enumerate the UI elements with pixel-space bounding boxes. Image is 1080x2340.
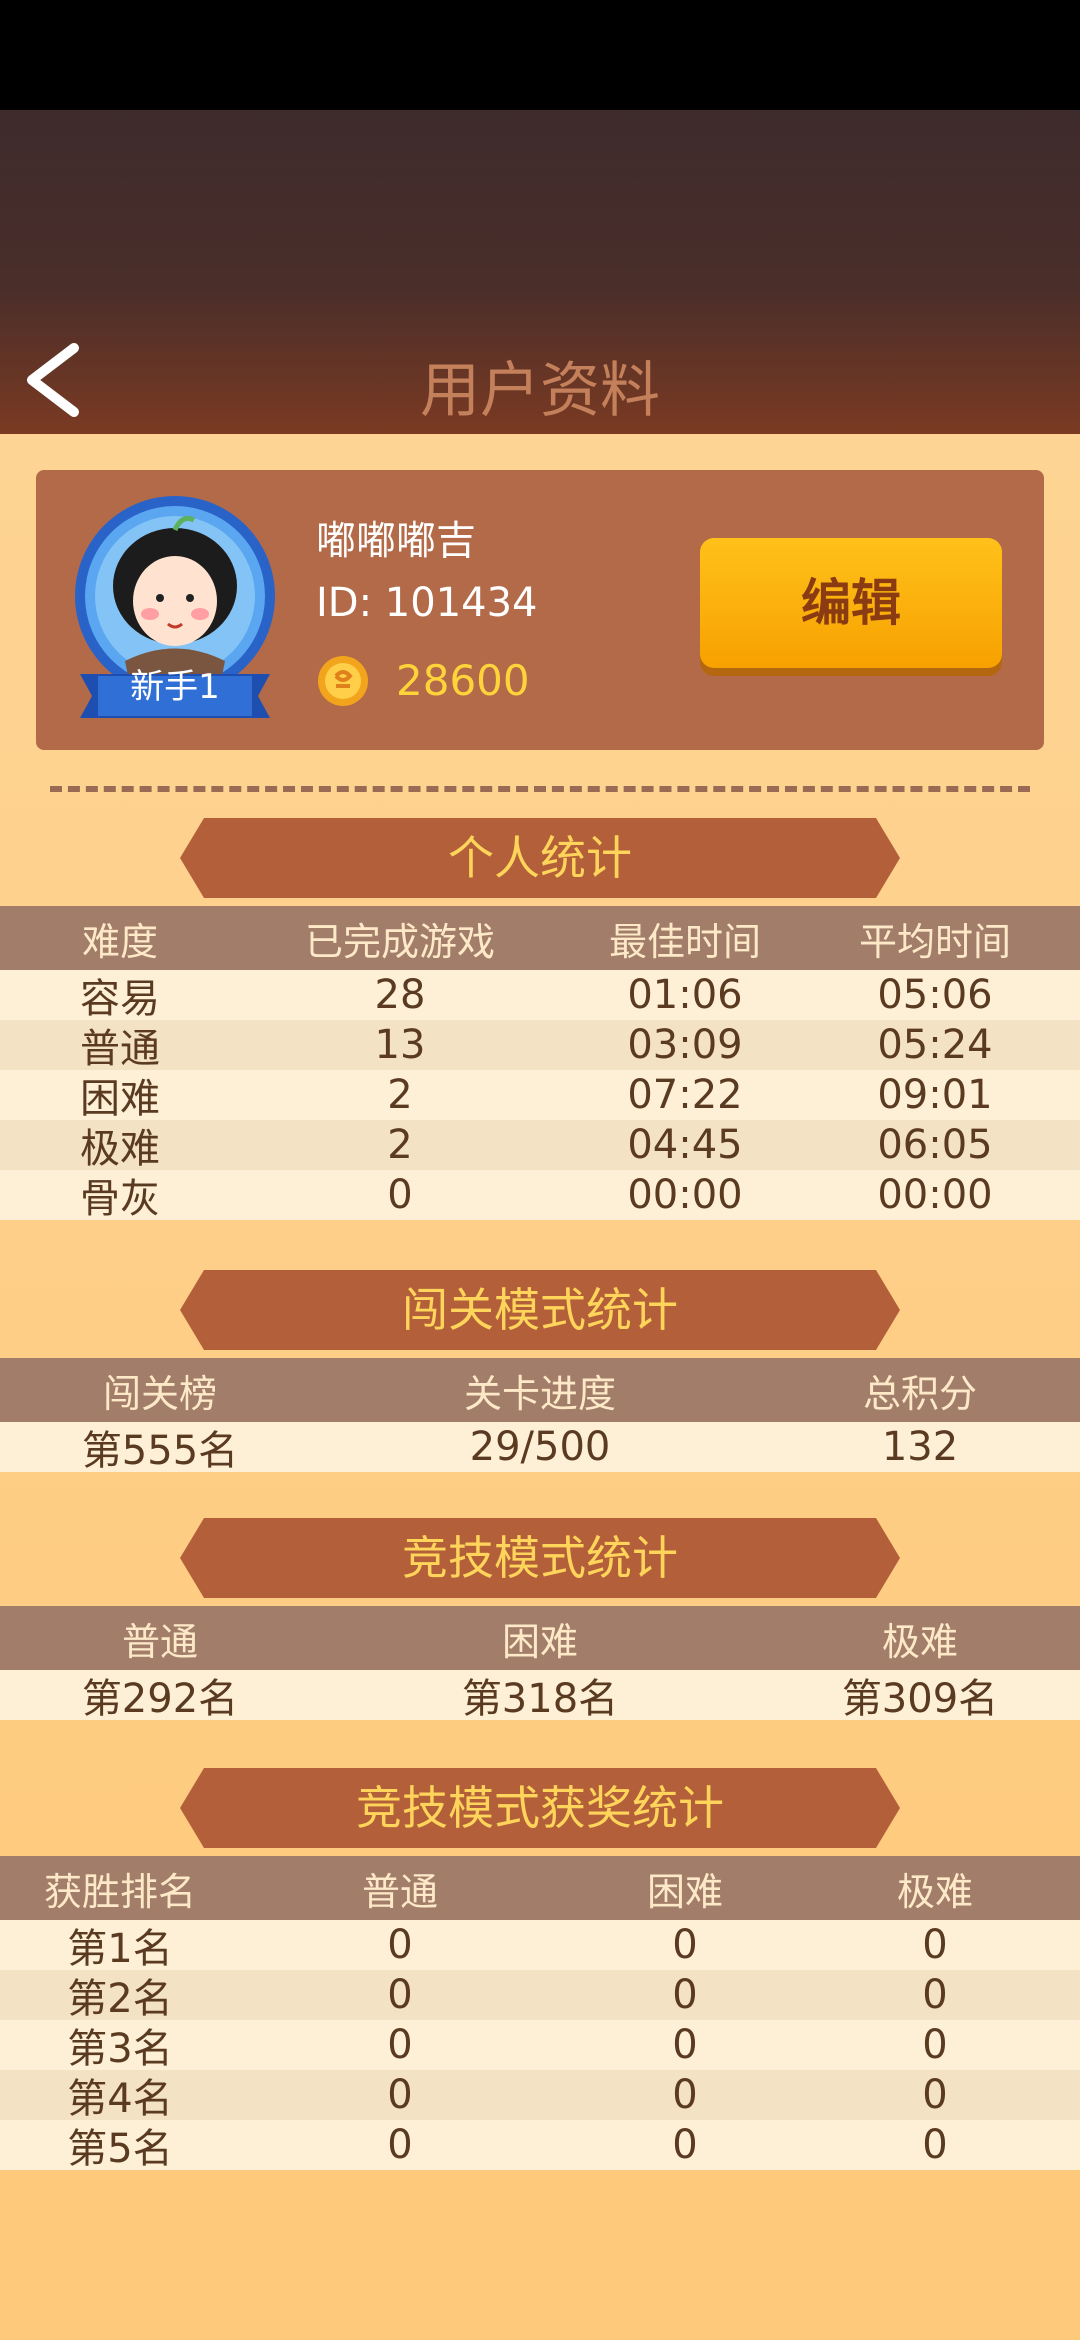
awards-stats-table: 获胜排名 普通 困难 极难 第1名 0 0 0 第2名 0 0 0 第3名 0 … bbox=[0, 1856, 1080, 2172]
header-cell: 关卡进度 bbox=[463, 1371, 616, 1416]
header-cell: 获胜排名 bbox=[43, 1869, 196, 1914]
edit-button[interactable]: 编辑 bbox=[700, 538, 1002, 668]
header-cell: 困难 bbox=[646, 1869, 723, 1914]
table-cell: 0 bbox=[387, 1922, 413, 1968]
table-header: 获胜排名 普通 困难 极难 bbox=[0, 1856, 1080, 1920]
username: 嘟嘟嘟吉 bbox=[316, 518, 476, 564]
table-cell: 06:05 bbox=[877, 1122, 993, 1168]
competitive-stats-title: 竞技模式统计 bbox=[402, 1531, 678, 1585]
table-cell: 0 bbox=[922, 2022, 948, 2068]
table-cell: 132 bbox=[881, 1424, 959, 1470]
challenge-stats-title: 闯关模式统计 bbox=[402, 1283, 678, 1337]
table-cell: 第292名 bbox=[81, 1676, 239, 1722]
table-header: 普通 困难 极难 bbox=[0, 1606, 1080, 1670]
header-cell: 闯关榜 bbox=[102, 1371, 217, 1416]
table-row: 容易 28 01:06 05:06 bbox=[0, 970, 1080, 1022]
table-cell: 05:24 bbox=[877, 1022, 993, 1068]
table-cell: 0 bbox=[672, 2122, 698, 2168]
table-cell: 骨灰 bbox=[80, 1176, 160, 1222]
table-cell: 0 bbox=[387, 1172, 413, 1218]
table-cell: 0 bbox=[672, 2022, 698, 2068]
table-row: 第1名 0 0 0 bbox=[0, 1920, 1080, 1972]
header-cell: 难度 bbox=[81, 919, 158, 964]
table-cell: 28 bbox=[374, 972, 426, 1018]
table-cell: 0 bbox=[672, 1922, 698, 1968]
table-cell: 2 bbox=[387, 1072, 413, 1118]
header-cell: 平均时间 bbox=[858, 919, 1011, 964]
table-cell: 00:00 bbox=[877, 1172, 993, 1218]
table-row: 第4名 0 0 0 bbox=[0, 2070, 1080, 2122]
table-row: 困难 2 07:22 09:01 bbox=[0, 1070, 1080, 1122]
table-cell: 0 bbox=[672, 1972, 698, 2018]
table-cell: 第5名 bbox=[67, 2126, 173, 2172]
competitive-stats-table: 普通 困难 极难 第292名 第318名 第309名 bbox=[0, 1606, 1080, 1722]
personal-stats-table: 难度 已完成游戏 最佳时间 平均时间 容易 28 01:06 05:06 普通 … bbox=[0, 906, 1080, 1222]
table-row: 第292名 第318名 第309名 bbox=[0, 1670, 1080, 1722]
table-cell: 0 bbox=[387, 2122, 413, 2168]
table-row: 第2名 0 0 0 bbox=[0, 1970, 1080, 2022]
table-cell: 0 bbox=[387, 2022, 413, 2068]
table-cell: 第555名 bbox=[81, 1428, 239, 1474]
table-cell: 0 bbox=[387, 2072, 413, 2118]
table-header: 难度 已完成游戏 最佳时间 平均时间 bbox=[0, 906, 1080, 970]
table-cell: 00:00 bbox=[627, 1172, 743, 1218]
table-cell: 第309名 bbox=[841, 1676, 999, 1722]
table-cell: 0 bbox=[922, 1922, 948, 1968]
awards-stats-title: 竞技模式获奖统计 bbox=[356, 1781, 724, 1835]
header-cell: 普通 bbox=[121, 1619, 198, 1664]
table-row: 第5名 0 0 0 bbox=[0, 2120, 1080, 2172]
table-row: 普通 13 03:09 05:24 bbox=[0, 1020, 1080, 1072]
personal-stats-title: 个人统计 bbox=[448, 831, 632, 885]
table-cell: 29/500 bbox=[469, 1424, 611, 1470]
challenge-stats-table: 闯关榜 关卡进度 总积分 第555名 29/500 132 bbox=[0, 1358, 1080, 1474]
table-cell: 05:06 bbox=[877, 972, 993, 1018]
table-cell: 0 bbox=[922, 2122, 948, 2168]
table-cell: 01:06 bbox=[627, 972, 743, 1018]
table-cell: 第318名 bbox=[461, 1676, 619, 1722]
table-cell: 04:45 bbox=[627, 1122, 743, 1168]
header-cell: 极难 bbox=[881, 1619, 958, 1664]
status-bar bbox=[0, 0, 1080, 110]
table-cell: 03:09 bbox=[627, 1022, 743, 1068]
table-cell: 0 bbox=[922, 2072, 948, 2118]
table-row: 第3名 0 0 0 bbox=[0, 2020, 1080, 2072]
table-cell: 09:01 bbox=[877, 1072, 993, 1118]
header-cell: 最佳时间 bbox=[608, 919, 761, 964]
table-header: 闯关榜 关卡进度 总积分 bbox=[0, 1358, 1080, 1422]
table-cell: 13 bbox=[374, 1022, 426, 1068]
table-cell: 2 bbox=[387, 1122, 413, 1168]
table-cell: 0 bbox=[672, 2072, 698, 2118]
coin-balance: 28600 bbox=[396, 656, 530, 705]
divider bbox=[50, 786, 1030, 792]
table-cell: 07:22 bbox=[627, 1072, 743, 1118]
page-title: 用户资料 bbox=[420, 356, 660, 426]
user-id: ID: 101434 bbox=[316, 580, 538, 626]
table-row: 极难 2 04:45 06:05 bbox=[0, 1120, 1080, 1172]
bottom-area bbox=[0, 2184, 1080, 2340]
table-cell: 0 bbox=[387, 1972, 413, 2018]
header-cell: 已完成游戏 bbox=[304, 919, 495, 964]
coin-icon bbox=[318, 656, 368, 706]
header-cell: 困难 bbox=[501, 1619, 578, 1664]
level-badge: 新手1 bbox=[130, 667, 220, 707]
header-cell: 总积分 bbox=[862, 1371, 977, 1416]
table-row: 骨灰 0 00:00 00:00 bbox=[0, 1170, 1080, 1222]
header-cell: 普通 bbox=[361, 1869, 438, 1914]
table-cell: 0 bbox=[922, 1972, 948, 2018]
header-cell: 极难 bbox=[896, 1869, 973, 1914]
table-row: 第555名 29/500 132 bbox=[0, 1422, 1080, 1474]
